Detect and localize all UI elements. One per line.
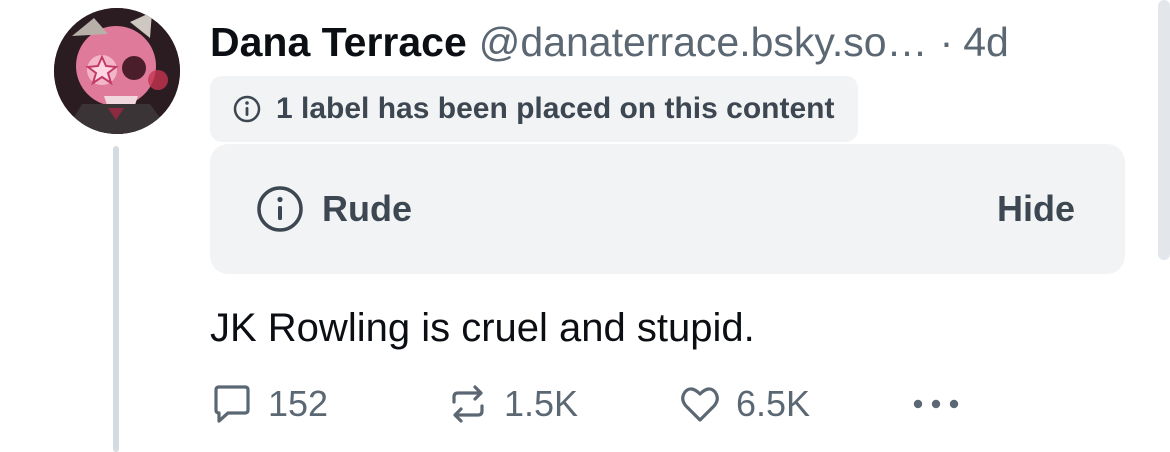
- reply-button[interactable]: 152: [210, 378, 328, 430]
- label-notice-text: 1 label has been placed on this content: [276, 92, 835, 125]
- post-timestamp[interactable]: 4d: [963, 14, 1009, 70]
- repost-count: 1.5K: [504, 383, 579, 424]
- content-warning-label: Rude: [322, 188, 412, 229]
- post-header: Dana Terrace @danaterrace.bsky.so… · 4d: [210, 14, 1009, 70]
- post-card[interactable]: Dana Terrace @danaterrace.bsky.so… · 4d …: [0, 0, 1170, 452]
- post-text: JK Rowling is cruel and stupid.: [210, 306, 755, 350]
- like-button[interactable]: 6.5K: [678, 378, 810, 430]
- more-icon: [913, 399, 959, 409]
- label-notice-button[interactable]: 1 label has been placed on this content: [210, 76, 859, 142]
- more-options-button[interactable]: [910, 378, 962, 430]
- repost-icon: [452, 385, 484, 423]
- like-count: 6.5K: [736, 383, 811, 424]
- author-avatar[interactable]: [54, 8, 180, 134]
- content-warning: Rude Hide: [210, 144, 1125, 274]
- info-icon: [233, 95, 261, 123]
- author-name[interactable]: Dana Terrace: [210, 14, 467, 70]
- scrollbar[interactable]: [1158, 0, 1170, 260]
- header-separator: ·: [939, 19, 954, 65]
- reply-icon: [214, 385, 250, 423]
- repost-button[interactable]: 1.5K: [446, 378, 578, 430]
- thread-line: [113, 146, 119, 452]
- info-icon: [257, 186, 303, 232]
- author-handle[interactable]: @danaterrace.bsky.so…: [479, 14, 928, 70]
- reply-count: 152: [268, 383, 329, 424]
- content-warning-label-group: Rude: [256, 144, 412, 274]
- skull-avatar-icon: [54, 8, 180, 134]
- heart-icon: [681, 387, 719, 422]
- hide-button[interactable]: Hide: [997, 144, 1075, 274]
- post-actions: 152 1.5K 6.5K: [210, 378, 970, 430]
